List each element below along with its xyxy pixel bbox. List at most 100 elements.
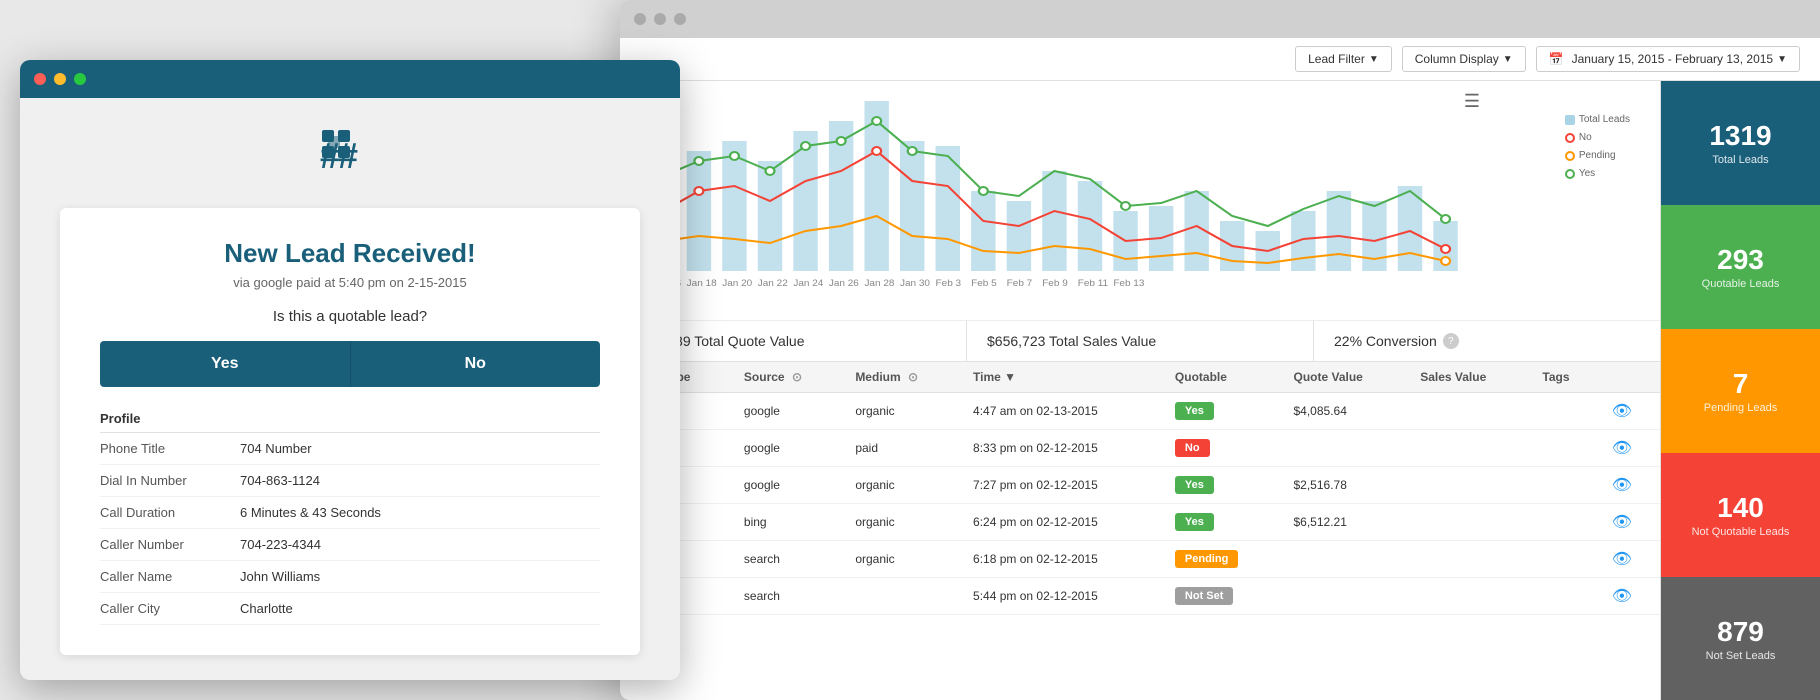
- col-sales-value: Sales Value: [1408, 362, 1530, 393]
- cell-quote-value: $6,512.21: [1282, 504, 1409, 541]
- cell-tags: [1530, 430, 1599, 467]
- cell-medium: organic: [843, 541, 961, 578]
- col-time[interactable]: Time ▼: [961, 362, 1163, 393]
- cell-eye: 👁: [1600, 393, 1660, 430]
- stat-number-not-set: 879: [1677, 616, 1804, 648]
- eye-icon[interactable]: 👁: [1612, 588, 1632, 605]
- table-row: ≡ google paid 8:33 pm on 02-12-2015 No 👁: [620, 430, 1660, 467]
- cell-eye: 👁: [1600, 430, 1660, 467]
- table-row: ≡ google organic 7:27 pm on 02-12-2015 Y…: [620, 467, 1660, 504]
- modal-subtitle: via google paid at 5:40 pm on 2-15-2015: [100, 275, 600, 290]
- stat-pending-leads[interactable]: 7 Pending Leads: [1661, 329, 1820, 453]
- eye-icon[interactable]: 👁: [1612, 403, 1632, 420]
- profile-value-caller-city: Charlotte: [240, 601, 293, 616]
- titlebar-dot-2: [654, 13, 666, 25]
- eye-icon[interactable]: 👁: [1612, 440, 1632, 457]
- cell-quotable: Pending: [1163, 541, 1282, 578]
- legend-no: No: [1565, 129, 1630, 147]
- cell-medium: organic: [843, 504, 961, 541]
- cell-quotable: Yes: [1163, 504, 1282, 541]
- profile-heading: Profile: [100, 411, 600, 433]
- no-button[interactable]: No: [351, 341, 601, 387]
- calendar-icon: 📅: [1549, 52, 1564, 66]
- stat-not-set-leads[interactable]: 879 Not Set Leads: [1661, 577, 1820, 700]
- stat-number-total: 1319: [1677, 120, 1804, 152]
- maximize-dot: [74, 73, 86, 85]
- cell-quotable: Not Set: [1163, 578, 1282, 615]
- col-quotable: Quotable: [1163, 362, 1282, 393]
- column-display-label: Column Display: [1415, 52, 1499, 66]
- table-row: ≡ bing organic 6:24 pm on 02-12-2015 Yes…: [620, 504, 1660, 541]
- profile-label-caller-number: Caller Number: [100, 537, 240, 552]
- left-titlebar: [20, 60, 680, 98]
- cell-quote-value: [1282, 541, 1409, 578]
- cell-medium: organic: [843, 393, 961, 430]
- legend-dot-no: [1565, 133, 1575, 143]
- badge-pending: Pending: [1175, 550, 1238, 568]
- cell-eye: 👁: [1600, 504, 1660, 541]
- stat-label-quotable: Quotable Leads: [1677, 278, 1804, 290]
- legend-yes: Yes: [1565, 165, 1630, 183]
- table-row: 📞 search 5:44 pm on 02-12-2015 Not Set 👁: [620, 578, 1660, 615]
- cell-sales-value: [1408, 541, 1530, 578]
- dashboard-toolbar: Lead Filter ▼ Column Display ▼ 📅 January…: [620, 38, 1820, 81]
- eye-icon[interactable]: 👁: [1612, 551, 1632, 568]
- chart-area: ☰ Total Leads No Pending: [620, 81, 1660, 321]
- date-range-label: January 15, 2015 - February 13, 2015: [1572, 52, 1773, 66]
- cell-sales-value: [1408, 393, 1530, 430]
- lead-filter-caret: ▼: [1369, 54, 1379, 65]
- column-display-caret: ▼: [1503, 54, 1513, 65]
- cell-source: bing: [732, 504, 843, 541]
- profile-value-caller-number: 704-223-4344: [240, 537, 321, 552]
- main-content: ☰ Total Leads No Pending: [620, 81, 1660, 700]
- svg-text:Jan 20: Jan 20: [722, 278, 752, 288]
- date-range-button[interactable]: 📅 January 15, 2015 - February 13, 2015 ▼: [1536, 46, 1800, 72]
- source-sort-icon[interactable]: ⊙: [792, 370, 802, 384]
- cell-quotable: Yes: [1163, 467, 1282, 504]
- svg-text:Feb 13: Feb 13: [1113, 278, 1144, 288]
- table-row: 📞 search organic 6:18 pm on 02-12-2015 P…: [620, 541, 1660, 578]
- lead-filter-button[interactable]: Lead Filter ▼: [1295, 46, 1392, 72]
- modal-title: New Lead Received!: [100, 238, 600, 269]
- badge-yes: Yes: [1175, 402, 1214, 420]
- cell-eye: 👁: [1600, 541, 1660, 578]
- table-scroll[interactable]: Lead Type Source ⊙ Medium ⊙ Time ▼ Quota…: [620, 362, 1660, 700]
- chart-svg: Jan 16 Jan 18 Jan 20 Jan 22 Jan 24 Jan 2…: [640, 91, 1640, 291]
- lead-filter-label: Lead Filter: [1308, 52, 1365, 66]
- profile-row-caller-number: Caller Number 704-223-4344: [100, 529, 600, 561]
- cell-tags: [1530, 541, 1599, 578]
- chart-menu-icon[interactable]: ☰: [1464, 91, 1480, 112]
- info-icon: ?: [1443, 333, 1459, 349]
- conversion-rate: 22% Conversion ?: [1314, 321, 1660, 361]
- legend-label-no: No: [1579, 129, 1592, 147]
- cell-sales-value: [1408, 578, 1530, 615]
- yes-button[interactable]: Yes: [100, 341, 351, 387]
- profile-label-phone-title: Phone Title: [100, 441, 240, 456]
- svg-text:Feb 7: Feb 7: [1007, 278, 1033, 288]
- column-display-button[interactable]: Column Display ▼: [1402, 46, 1526, 72]
- profile-label-caller-name: Caller Name: [100, 569, 240, 584]
- summary-bar: $68,889 Total Quote Value $656,723 Total…: [620, 321, 1660, 362]
- dashboard-body: ☰ Total Leads No Pending: [620, 81, 1820, 700]
- minimize-dot: [54, 73, 66, 85]
- svg-text:Feb 5: Feb 5: [971, 278, 997, 288]
- eye-icon[interactable]: 👁: [1612, 514, 1632, 531]
- eye-icon[interactable]: 👁: [1612, 477, 1632, 494]
- table-row: 🛒 google organic 4:47 am on 02-13-2015 Y…: [620, 393, 1660, 430]
- stat-not-quotable-leads[interactable]: 140 Not Quotable Leads: [1661, 453, 1820, 577]
- legend-pending: Pending: [1565, 147, 1630, 165]
- modal-question: Is this a quotable lead?: [100, 308, 600, 325]
- left-window: ## New Lead Received! via google paid at…: [20, 60, 680, 680]
- chart-legend: Total Leads No Pending Yes: [1565, 111, 1630, 183]
- medium-sort-icon[interactable]: ⊙: [908, 370, 918, 384]
- cell-sales-value: [1408, 467, 1530, 504]
- legend-label-yes: Yes: [1579, 165, 1595, 183]
- cell-medium: [843, 578, 961, 615]
- logo-icon: ##: [320, 128, 380, 188]
- badge-yes: Yes: [1175, 476, 1214, 494]
- stat-total-leads[interactable]: 1319 Total Leads: [1661, 81, 1820, 205]
- stat-quotable-leads[interactable]: 293 Quotable Leads: [1661, 205, 1820, 329]
- cell-eye: 👁: [1600, 467, 1660, 504]
- cell-source: search: [732, 578, 843, 615]
- stat-label-not-set: Not Set Leads: [1677, 650, 1804, 662]
